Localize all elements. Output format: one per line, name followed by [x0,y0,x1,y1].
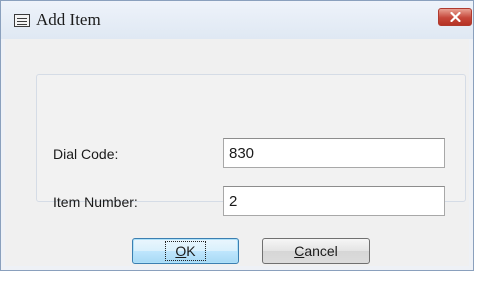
title-bar[interactable]: Add Item [1,1,473,39]
dial-code-label: Dial Code: [53,146,119,162]
item-number-field[interactable] [223,186,445,216]
ok-button[interactable]: OK [132,238,239,264]
add-item-dialog: Add Item Dial Code: Item Number: OK Canc… [0,0,474,271]
close-icon [450,12,461,22]
cancel-button[interactable]: Cancel [262,238,370,264]
form-group: Dial Code: Item Number: [36,74,466,216]
item-number-label: Item Number: [53,194,138,210]
dialog-body: Dial Code: Item Number: OK Cancel [5,39,469,266]
window-icon [14,14,30,27]
cancel-button-label: Cancel [294,243,338,259]
close-button[interactable] [438,8,472,26]
ok-button-label: OK [165,241,206,261]
dial-code-field[interactable] [223,138,445,168]
dialog-title: Add Item [36,10,101,29]
